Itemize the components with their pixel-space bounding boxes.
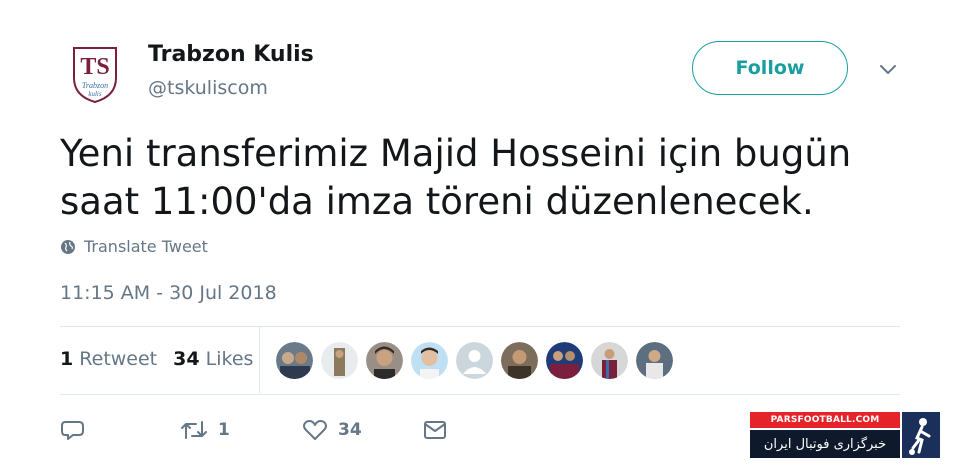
retweet-stat-label: Retweet: [79, 348, 158, 370]
envelope-icon: [424, 421, 446, 439]
divider: [60, 394, 900, 395]
watermark-tagline: خبرگزاری فوتبال ایران: [750, 430, 900, 458]
avatar[interactable]: TS Trabzon kulis: [60, 38, 130, 108]
translate-label: Translate Tweet: [84, 237, 208, 256]
retweet-stat-count: 1: [60, 348, 74, 370]
retweet-count: 1: [218, 420, 230, 440]
tweet-text-line: saat 11:00'da imza töreni düzenlenecek.: [60, 180, 814, 223]
trabzon-kulis-logo: TS Trabzon kulis: [60, 38, 130, 108]
player-silhouette-icon: [902, 412, 940, 458]
retweet-icon: [181, 421, 207, 439]
liker-avatar[interactable]: [366, 342, 403, 379]
reply-button[interactable]: [60, 418, 180, 442]
liker-avatar[interactable]: [546, 342, 583, 379]
heart-icon: [303, 420, 327, 440]
liker-avatar[interactable]: [636, 342, 673, 379]
parsfootball-watermark: PARSFOOTBALL.COM خبرگزاری فوتبال ایران: [750, 412, 940, 462]
retweet-stat[interactable]: 1 Retweet: [60, 348, 157, 370]
account-name[interactable]: Trabzon Kulis: [148, 42, 314, 67]
likes-stat-label: Likes: [205, 348, 254, 370]
stats-divider: [259, 327, 260, 393]
likes-stat-count: 34: [173, 348, 200, 370]
chevron-down-icon[interactable]: [878, 60, 898, 80]
likers-facepile: [276, 342, 673, 379]
tweet-text: Yeni transferimiz Majid Hosseini için bu…: [60, 130, 890, 226]
svg-text:kulis: kulis: [88, 90, 101, 98]
reply-icon: [61, 421, 84, 440]
liker-avatar[interactable]: [501, 342, 538, 379]
liker-avatar[interactable]: [321, 342, 358, 379]
tweet-stats: 1 Retweet 34 Likes: [60, 348, 253, 370]
svg-text:TS: TS: [80, 54, 109, 80]
svg-text:Trabzon: Trabzon: [82, 81, 108, 90]
liker-avatar[interactable]: [411, 342, 448, 379]
default-avatar-icon[interactable]: [456, 342, 493, 379]
direct-message-button[interactable]: [422, 419, 448, 441]
likes-stat[interactable]: 34 Likes: [173, 348, 253, 370]
tweet-actions: 1 34: [60, 418, 448, 442]
tweet-timestamp[interactable]: 11:15 AM - 30 Jul 2018: [60, 282, 277, 304]
translate-tweet-link[interactable]: Translate Tweet: [60, 237, 208, 256]
liker-avatar[interactable]: [276, 342, 313, 379]
liker-avatar[interactable]: [591, 342, 628, 379]
like-button[interactable]: 34: [302, 418, 422, 442]
divider: [60, 326, 900, 327]
globe-icon: [61, 239, 75, 254]
tweet-text-line: Yeni transferimiz Majid Hosseini için bu…: [60, 132, 852, 175]
like-count: 34: [338, 420, 362, 440]
follow-button[interactable]: Follow: [692, 41, 848, 95]
retweet-button[interactable]: 1: [180, 419, 302, 441]
watermark-site: PARSFOOTBALL.COM: [750, 412, 900, 428]
account-handle[interactable]: @tskuliscom: [148, 77, 268, 99]
